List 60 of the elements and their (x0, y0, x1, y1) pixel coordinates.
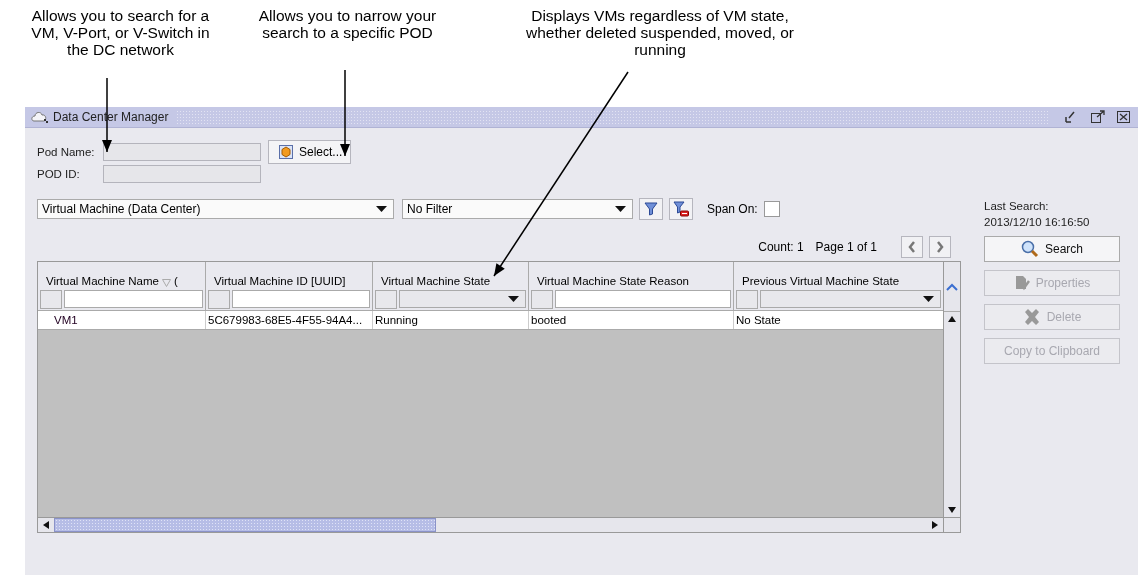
cloud-icon (31, 110, 49, 124)
table-cell: 5C679983-68E5-4F55-94A4... (206, 311, 373, 329)
search-icon (1021, 240, 1039, 258)
funnel-remove-icon (673, 201, 689, 217)
object-type-dropdown[interactable]: Virtual Machine (Data Center) (37, 199, 394, 219)
caret-icon (376, 206, 387, 212)
filter-operator-button[interactable] (375, 290, 397, 309)
span-on-label: Span On: (707, 202, 758, 216)
filter-dropdown[interactable]: No Filter (402, 199, 633, 219)
column-filter-dropdown[interactable] (760, 290, 941, 308)
maximize-icon[interactable] (1090, 110, 1106, 124)
table-cell: VM1 (38, 311, 206, 329)
funnel-icon (644, 202, 658, 216)
chevron-left-icon (908, 241, 916, 253)
caret-icon (508, 296, 519, 302)
scroll-up-icon[interactable] (948, 316, 956, 322)
chevron-up-icon[interactable] (946, 282, 958, 291)
pod-icon (279, 145, 293, 159)
column-header[interactable]: Virtual Machine State Reason (529, 262, 734, 289)
callout-text: Displays VMs regardless of VM state, whether deleted suspended, moved, or running (525, 7, 795, 58)
column-header[interactable]: Virtual Machine Name ( (38, 262, 206, 289)
last-search-label: Last Search: (984, 199, 1050, 214)
callout-text: Allows you to narrow your search to a specific POD (257, 7, 438, 41)
caret-icon (923, 296, 934, 302)
table-row[interactable]: VM1 5C679983-68E5-4F55-94A4... Running booted No State (38, 311, 943, 330)
scroll-right-icon[interactable] (932, 521, 938, 529)
scroll-down-icon[interactable] (948, 507, 956, 513)
column-filter-dropdown[interactable] (399, 290, 526, 308)
document-check-icon (1013, 275, 1030, 291)
chevron-right-icon (936, 241, 944, 253)
last-search-time: 2013/12/10 16:16:50 (984, 215, 1091, 230)
action-button[interactable]: Search (984, 236, 1120, 262)
span-on-checkbox[interactable] (763, 201, 780, 217)
column-filter-field[interactable] (555, 290, 731, 308)
close-icon[interactable] (1116, 110, 1132, 124)
next-page-button[interactable] (929, 236, 951, 258)
field-label: Pod Name: (37, 146, 96, 158)
column-filter-field[interactable] (64, 290, 203, 308)
clear-filter-button[interactable] (669, 198, 693, 220)
filter-operator-button[interactable] (736, 290, 758, 309)
result-count: Count: 1 (758, 240, 804, 254)
field-label: POD ID: (37, 168, 81, 180)
cross-icon (1022, 309, 1041, 325)
page-indicator: Page 1 of 1 (815, 240, 877, 254)
filter-operator-button[interactable] (208, 290, 230, 309)
table-cell: Running (373, 311, 529, 329)
callout-text: Allows you to search for a VM, V-Port, or V-Switch in the DC network (30, 7, 211, 58)
select-button[interactable]: Select... (268, 140, 352, 164)
horizontal-scrollbar[interactable] (38, 517, 943, 532)
column-header[interactable]: Virtual Machine ID [UUID] (206, 262, 373, 289)
caret-icon (615, 206, 626, 212)
scroll-left-icon[interactable] (43, 521, 49, 529)
scroll-thumb[interactable] (54, 518, 436, 532)
column-filter-field[interactable] (232, 290, 370, 308)
filter-button[interactable] (639, 198, 663, 220)
vertical-scrollbar[interactable] (943, 262, 960, 532)
previous-page-button[interactable] (901, 236, 923, 258)
filter-operator-button[interactable] (40, 290, 62, 309)
table-cell: booted (529, 311, 734, 329)
filter-operator-button[interactable] (531, 290, 553, 309)
